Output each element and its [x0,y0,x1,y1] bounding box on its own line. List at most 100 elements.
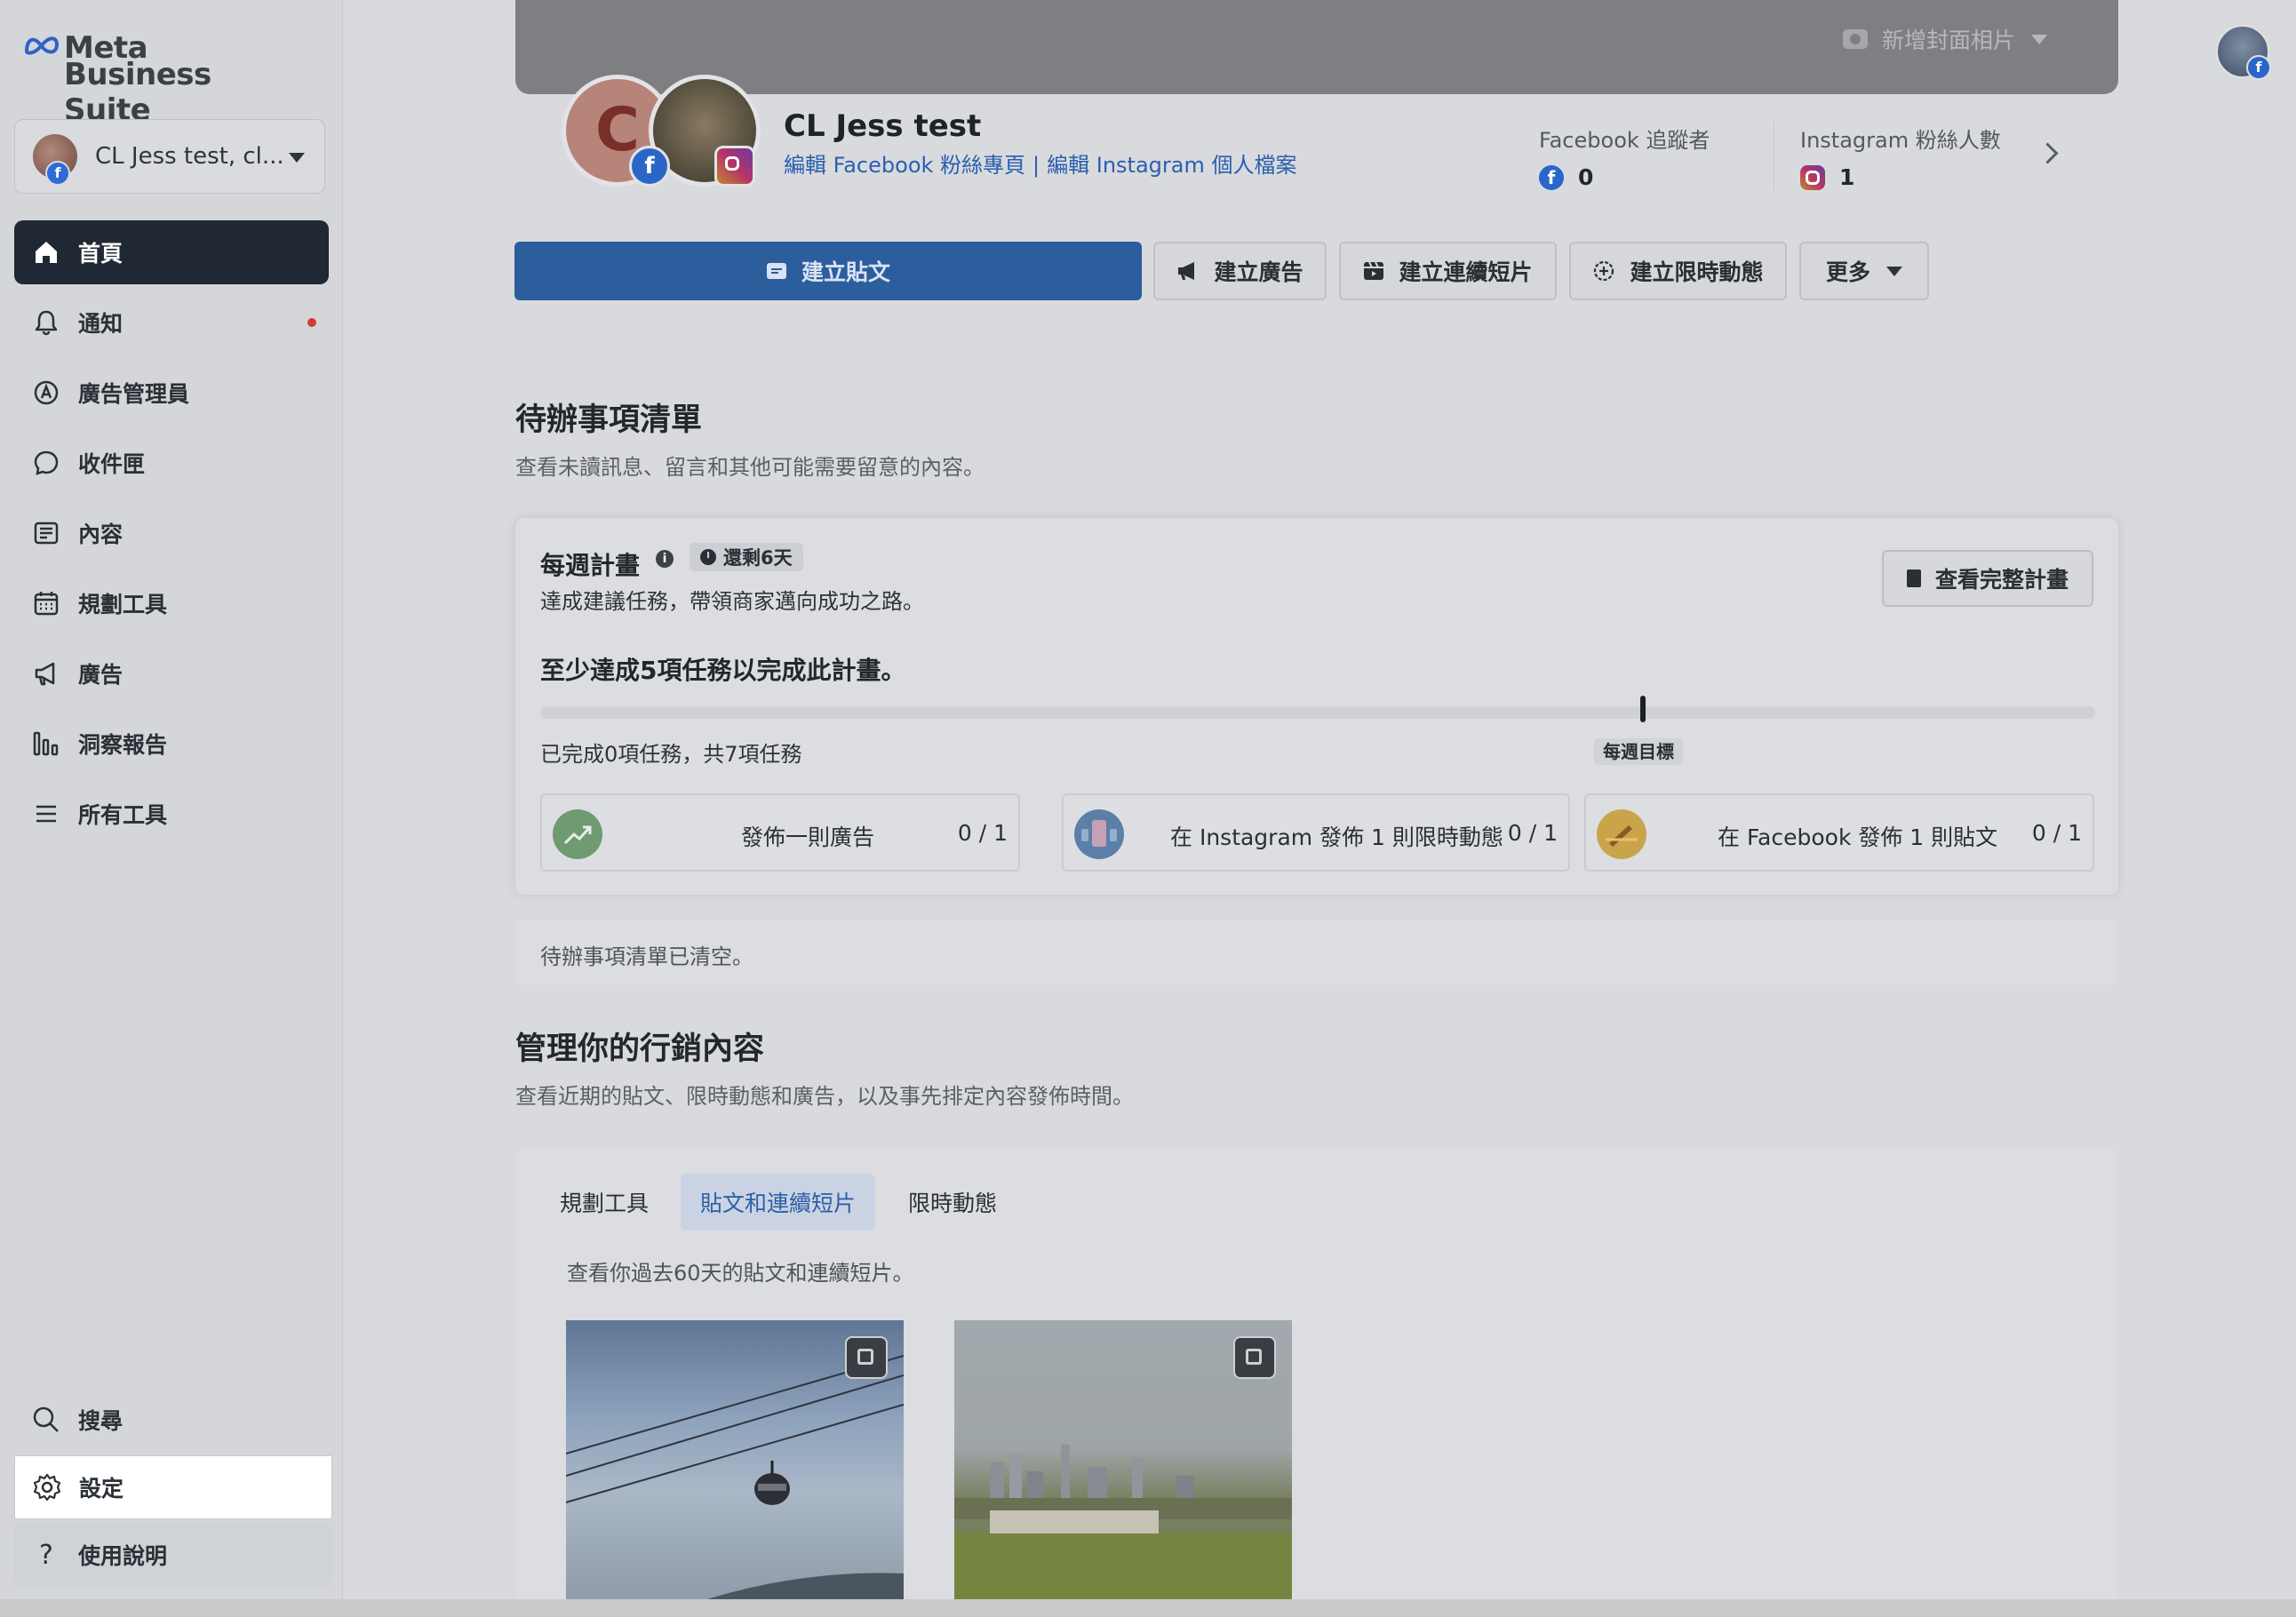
time-left-badge: 還剩6天 [690,543,803,571]
task-label: 發佈一則廣告 [741,824,875,850]
link-separator: | [1032,153,1040,178]
cover-photo-area: 新增封面相片 [515,0,2118,94]
nav-label: 使用說明 [78,1543,168,1569]
notification-dot [307,318,316,327]
bell-icon [30,307,62,339]
logo-text-business-suite: Business Suite [64,57,211,128]
tab-stories[interactable]: 限時動態 [889,1174,1016,1231]
content-icon [30,517,62,549]
nav-item-help[interactable]: ? 使用說明 [14,1523,332,1587]
image-type-icon [845,1336,888,1379]
weekly-plan-progress-bar [540,706,2095,719]
nav-item-notifications[interactable]: 通知 [14,291,329,354]
instagram-followers-value-row: 1 [1800,164,2001,190]
post-thumbnail[interactable] [566,1320,904,1599]
menu-icon [30,798,62,830]
create-post-button[interactable]: 建立貼文 [514,242,1142,300]
posts-subtitle: 查看你過去60天的貼文和連續短片。 [567,1261,914,1286]
todo-empty-text: 待辦事項清單已清空。 [540,944,753,969]
pencil-icon [1597,809,1646,859]
facebook-followers-value-row: f 0 [1539,164,1710,190]
camera-icon [1842,29,1868,49]
nav-label: 首頁 [78,241,124,267]
nav-item-all-tools[interactable]: 所有工具 [14,782,329,846]
chevron-right-icon[interactable] [2037,142,2059,164]
bottom-nav: 搜尋 設定 ? 使用說明 [14,1388,332,1590]
todo-empty-card: 待辦事項清單已清空。 [515,921,2118,985]
create-story-label: 建立限時動態 [1630,259,1764,285]
todo-subtitle: 查看未讀訊息、留言和其他可能需要留意的內容。 [515,455,985,480]
bar-chart-icon [30,728,62,760]
chevron-down-icon [1886,266,1902,276]
add-cover-photo-button[interactable]: 新增封面相片 [1842,23,2047,55]
task-label: 在 Instagram 發佈 1 則限時動態 [1170,824,1503,850]
page-name: CL Jess test [784,108,982,144]
nav-label: 設定 [79,1476,124,1502]
nav-item-planner[interactable]: 規劃工具 [14,571,329,635]
nav-label: 所有工具 [78,802,168,828]
nav-item-search[interactable]: 搜尋 [14,1388,332,1452]
megaphone-icon [30,657,62,689]
nav-label: 收件匣 [78,451,146,477]
nav-item-home[interactable]: 首頁 [14,220,329,284]
meta-business-suite-logo[interactable]: Meta Business Suite [23,30,290,128]
main-nav: 首頁 通知 廣告管理員 收件匣 內容 規劃工具 廣告 洞察報告 所有工具 [14,220,329,852]
account-selector[interactable]: f CL Jess test, cl... [14,119,325,194]
weekly-plan-goal: 至少達成5項任務以完成此計畫。 [540,656,906,685]
task-card-instagram-story[interactable]: 在 Instagram 發佈 1 則限時動態 0 / 1 [1062,793,1570,872]
nav-item-ads[interactable]: 廣告 [14,641,329,705]
post-thumbnail[interactable] [954,1320,1292,1599]
book-icon [1906,570,1921,587]
task-card-facebook-post[interactable]: 在 Facebook 發佈 1 則貼文 0 / 1 [1584,793,2094,872]
edit-facebook-page-link[interactable]: 編輯 Facebook 粉絲專頁 [784,153,1025,178]
question-icon: ? [39,1539,53,1571]
nav-item-settings[interactable]: 設定 [14,1455,332,1519]
instagram-icon [1800,164,1825,190]
instagram-followers-label: Instagram 粉絲人數 [1800,128,2001,153]
nav-item-inbox[interactable]: 收件匣 [14,431,329,495]
marketing-content-card: 規劃工具 貼文和連續短片 限時動態 查看你過去60天的貼文和連續短片。 [515,1149,2118,1599]
task-count: 0 / 1 [957,820,1008,846]
weekly-plan-description: 達成建議任務，帶領商家邁向成功之路。 [540,589,924,614]
nav-label: 通知 [78,311,124,337]
instagram-badge-icon [714,146,755,187]
profile-edit-links: 編輯 Facebook 粉絲專頁 | 編輯 Instagram 個人檔案 [784,147,1296,179]
add-cover-photo-label: 新增封面相片 [1881,28,2015,53]
post-icon [766,262,787,280]
nav-item-content[interactable]: 內容 [14,501,329,565]
chat-bubble-icon [30,447,62,479]
task-count: 0 / 1 [1507,820,1558,846]
time-left-label: 還剩6天 [723,547,793,569]
create-post-label: 建立貼文 [801,259,890,285]
more-button[interactable]: 更多 [1799,242,1929,300]
add-story-icon [1592,259,1615,283]
task-count: 0 / 1 [2031,820,2082,846]
task-label: 在 Facebook 發佈 1 則貼文 [1718,824,1998,850]
home-icon [30,236,62,268]
nav-item-ads-manager[interactable]: 廣告管理員 [14,361,329,425]
nav-item-insights[interactable]: 洞察報告 [14,712,329,776]
progress-count: 已完成0項任務，共7項任務 [540,742,802,767]
tab-posts-and-reels[interactable]: 貼文和連續短片 [681,1174,876,1231]
app-window: Meta Business Suite f CL Jess test, cl..… [0,0,2296,1599]
create-story-button[interactable]: 建立限時動態 [1569,242,1787,300]
nav-label: 內容 [78,522,124,547]
facebook-followers-value: 0 [1578,164,1594,190]
tab-planner[interactable]: 規劃工具 [540,1174,668,1231]
nav-label: 規劃工具 [78,592,168,617]
nav-label: 廣告管理員 [78,381,190,407]
megaphone-icon [1176,260,1200,282]
create-reel-button[interactable]: 建立連續短片 [1339,242,1557,300]
chevron-down-icon [289,153,305,163]
create-ad-button[interactable]: 建立廣告 [1153,242,1327,300]
edit-instagram-profile-link[interactable]: 編輯 Instagram 個人檔案 [1047,153,1296,178]
facebook-badge-icon: f [629,146,670,187]
reel-icon [1363,260,1384,282]
view-full-plan-button[interactable]: 查看完整計畫 [1882,550,2093,607]
task-card-publish-ad[interactable]: 發佈一則廣告 0 / 1 [540,793,1020,872]
clock-icon [700,549,716,565]
info-icon[interactable]: i [656,550,674,568]
weekly-goal-label: 每週目標 [1594,738,1683,765]
todo-title: 待辦事項清單 [515,402,703,438]
calendar-icon [30,587,62,619]
